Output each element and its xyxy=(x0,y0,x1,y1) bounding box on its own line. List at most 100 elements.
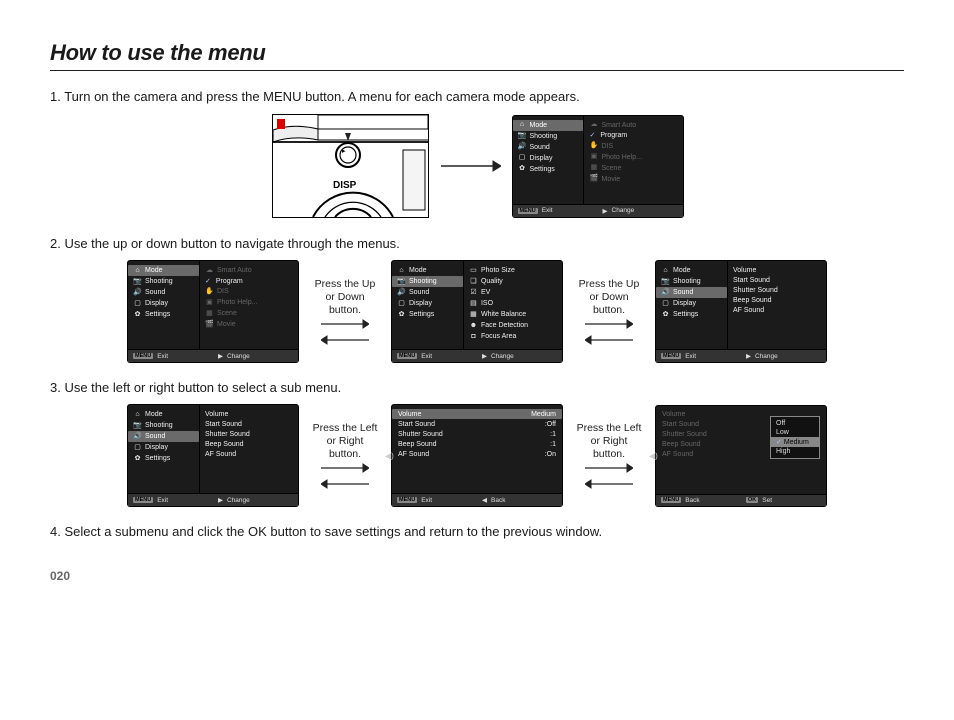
menu-item-mode[interactable]: ⌂Mode xyxy=(392,265,463,276)
arrow-right-icon xyxy=(321,463,369,473)
menu-item-display[interactable]: ▢Display xyxy=(128,298,199,309)
submenu-shutter-sound: Shutter Sound xyxy=(728,285,826,295)
caption-updown: Press the Up or Down button. xyxy=(310,278,380,317)
option-high[interactable]: High xyxy=(771,447,819,456)
menu-item-sound[interactable]: 🔊Sound xyxy=(656,287,727,298)
menu-screen-shooting: ⌂Mode 📷Shooting 🔊Sound ▢Display ✿Setting… xyxy=(392,261,562,362)
submenu-start-sound: Start Sound xyxy=(728,275,826,285)
arrow-right-icon xyxy=(585,463,633,473)
arrow-left-icon xyxy=(585,479,633,489)
speaker-icon: ◀) xyxy=(385,451,394,460)
option-off[interactable]: Off xyxy=(771,419,819,428)
row-start-sound[interactable]: Start Sound:Off xyxy=(392,419,562,429)
quality-icon: ❑ xyxy=(469,278,478,286)
arrow-left-icon xyxy=(321,479,369,489)
caption-leftright: Press the Left or Right button. xyxy=(574,422,644,461)
check-icon: ✓ xyxy=(589,132,595,139)
submenu-scene: ▦Scene xyxy=(584,163,682,174)
footer-back[interactable]: Back xyxy=(685,497,699,504)
red-tab-icon xyxy=(277,119,285,129)
camera-illustration: ▸ DISP xyxy=(272,114,429,218)
ok-badge-icon: OK xyxy=(746,497,758,503)
menu-screen-mode: ⌂Mode 📷Shooting 🔊Sound ▢Display ✿Setting… xyxy=(513,116,683,217)
menu-item-settings[interactable]: ✿Settings xyxy=(128,309,199,320)
footer-back[interactable]: Back xyxy=(491,497,505,504)
row-volume[interactable]: VolumeMedium xyxy=(392,409,562,419)
caption-leftright: Press the Left or Right button. xyxy=(310,422,380,461)
menu-item-display[interactable]: ▢Display xyxy=(513,153,584,164)
submenu-movie: 🎬Movie xyxy=(584,174,682,185)
svg-text:DISP: DISP xyxy=(333,180,357,191)
ev-icon: ☑ xyxy=(469,289,478,297)
submenu-volume: Volume xyxy=(728,265,826,275)
submenu-dis: ✋DIS xyxy=(584,141,682,152)
footer-set[interactable]: Set xyxy=(762,497,772,504)
face-icon: ☻ xyxy=(469,322,478,330)
arrow-right-icon xyxy=(441,159,501,173)
menu-item-shooting[interactable]: 📷Shooting xyxy=(513,131,584,142)
row-shutter-sound[interactable]: Shutter Sound:1 xyxy=(392,429,562,439)
check-icon: ✓ xyxy=(776,439,782,446)
menu-item-settings[interactable]: ✿Settings xyxy=(513,164,584,175)
menu-screen-sound: ⌂Mode 📷Shooting 🔊Sound ▢Display ✿Setting… xyxy=(656,261,826,362)
row-af-sound[interactable]: AF Sound:On xyxy=(392,449,562,459)
submenu-photo-help: ▣Photo Help... xyxy=(584,152,682,163)
option-low[interactable]: Low xyxy=(771,428,819,437)
menu-item-shooting[interactable]: 📷Shooting xyxy=(392,276,463,287)
step-2-text: 2. Use the up or down button to navigate… xyxy=(50,236,904,251)
menu-item-sound[interactable]: 🔊Sound xyxy=(392,287,463,298)
footer-change[interactable]: Change xyxy=(612,207,635,214)
menu-item-sound[interactable]: 🔊Sound xyxy=(513,142,584,153)
sound-icon: 🔊 xyxy=(518,143,527,151)
menu-screen-mode-2: ⌂Mode 📷Shooting 🔊Sound ▢Display ✿Setting… xyxy=(128,261,298,362)
camera-svg: ▸ DISP xyxy=(273,115,428,217)
arrow-left-icon xyxy=(321,335,369,345)
caption-updown: Press the Up or Down button. xyxy=(574,278,644,317)
submenu-beep-sound: Beep Sound xyxy=(728,295,826,305)
step-1-text: 1. Turn on the camera and press the MENU… xyxy=(50,89,904,104)
submenu-program: ✓Program xyxy=(584,131,682,141)
page-number: 020 xyxy=(50,569,904,583)
photo-size-icon: ▭ xyxy=(469,267,478,275)
menu-item-mode[interactable]: ⌂Mode xyxy=(656,265,727,276)
menu-item-mode[interactable]: ⌂Mode xyxy=(513,120,584,131)
mode-icon: ⌂ xyxy=(518,121,527,129)
menu-item-sound[interactable]: 🔊Sound xyxy=(128,287,199,298)
row-beep-sound[interactable]: Beep Sound:1 xyxy=(392,439,562,449)
wb-icon: ▦ xyxy=(469,311,478,319)
arrow-right-icon xyxy=(585,319,633,329)
arrow-left-icon xyxy=(585,335,633,345)
menu-item-display[interactable]: ▢Display xyxy=(392,298,463,309)
menu-screen-sound-values: ◀) VolumeMedium Start Sound:Off Shutter … xyxy=(392,405,562,506)
menu-item-display[interactable]: ▢Display xyxy=(656,298,727,309)
submenu-af-sound: AF Sound xyxy=(728,305,826,315)
menu-badge-icon: MENU xyxy=(518,208,538,214)
menu-item-mode[interactable]: ⌂Mode xyxy=(128,265,199,276)
step-3-text: 3. Use the left or right button to selec… xyxy=(50,380,904,395)
menu-item-settings[interactable]: ✿Settings xyxy=(656,309,727,320)
speaker-icon: ◀) xyxy=(649,451,658,460)
camera-icon: 📷 xyxy=(518,132,527,140)
row-1: ▸ DISP ⌂Mode 📷Shooting 🔊Sound ▢Display ✿… xyxy=(50,114,904,218)
display-icon: ▢ xyxy=(518,154,527,162)
title-underline xyxy=(50,70,904,71)
gear-icon: ✿ xyxy=(518,165,527,173)
right-tri-icon: ▶ xyxy=(603,207,608,215)
menu-screen-volume-popup: ◀) Volume Start Sound Shutter Sound Beep… xyxy=(656,406,826,506)
menu-item-settings[interactable]: ✿Settings xyxy=(392,309,463,320)
arrow-right-icon xyxy=(321,319,369,329)
volume-popup: Off Low ✓Medium High xyxy=(770,416,820,459)
iso-icon: ▤ xyxy=(469,300,478,308)
step-4-text: 4. Select a submenu and click the OK but… xyxy=(50,524,904,539)
option-medium[interactable]: ✓Medium xyxy=(771,437,819,447)
row-2: ⌂Mode 📷Shooting 🔊Sound ▢Display ✿Setting… xyxy=(50,261,904,362)
page-title: How to use the menu xyxy=(50,40,904,66)
submenu-smart-auto: ☁Smart Auto xyxy=(584,120,682,131)
row-3: ⌂Mode 📷Shooting 🔊Sound ▢Display ✿Setting… xyxy=(50,405,904,506)
footer-exit[interactable]: Exit xyxy=(421,497,432,504)
menu-item-shooting[interactable]: 📷Shooting xyxy=(656,276,727,287)
menu-screen-sound-2: ⌂Mode 📷Shooting 🔊Sound ▢Display ✿Setting… xyxy=(128,405,298,506)
menu-item-shooting[interactable]: 📷Shooting xyxy=(128,276,199,287)
footer-exit[interactable]: Exit xyxy=(542,207,553,214)
svg-text:▸: ▸ xyxy=(342,148,346,155)
